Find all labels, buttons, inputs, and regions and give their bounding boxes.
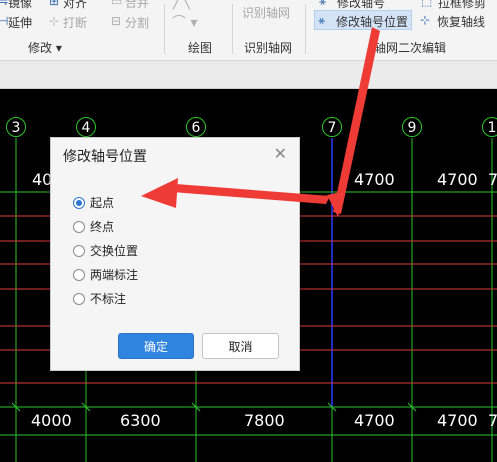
axis-number-bubble: 7 — [322, 117, 342, 137]
align-icon[interactable]: ⊞ — [49, 0, 59, 8]
modify-axis-pos-button[interactable]: 修改轴号位置 — [336, 13, 408, 30]
ribbon-separator — [305, 4, 306, 54]
close-icon[interactable]: ✕ — [274, 144, 287, 163]
ribbon-separator — [232, 4, 233, 54]
modify-axis-no-icon[interactable]: ⚹ — [319, 0, 326, 9]
ribbon-separator — [164, 4, 165, 54]
mirror-icon[interactable]: ⇋ — [0, 0, 8, 8]
radio-start[interactable] — [73, 196, 85, 209]
split-button[interactable]: 分割 — [125, 14, 149, 31]
break-icon[interactable]: ⊹ — [49, 14, 59, 28]
option-label: 终点 — [90, 220, 115, 234]
identify-axis-button[interactable]: 识别轴网 — [242, 4, 290, 21]
split-icon[interactable]: ⊟ — [111, 14, 121, 28]
option-swap[interactable]: 交换位置 — [73, 242, 138, 259]
merge-icon[interactable]: ▭ — [111, 0, 122, 8]
modify-axis-position-dialog: 修改轴号位置 ✕ 起点 终点 交换位置 两端标注 不标注 确定 取消 — [50, 137, 300, 371]
polyline-icon[interactable]: ╱╲ — [173, 0, 190, 10]
axis-edit-group-label: 轴网二次编辑 — [374, 41, 447, 55]
bottom-dimension: 6300 — [120, 411, 161, 430]
command-strip — [0, 61, 497, 89]
radio-end[interactable] — [73, 220, 85, 233]
bottom-dimension: 7 — [488, 411, 497, 430]
align-button[interactable]: 对齐 — [63, 0, 87, 11]
option-label: 交换位置 — [90, 244, 139, 258]
top-dimension: 4700 — [354, 170, 395, 189]
radio-swap[interactable] — [73, 244, 85, 257]
option-both-ends[interactable]: 两端标注 — [73, 266, 138, 283]
bottom-dimension: 4700 — [354, 411, 395, 430]
axis-number-bubble: 4 — [76, 117, 96, 137]
mirror-button[interactable]: 镜像 — [8, 0, 32, 11]
radio-both-ends[interactable] — [73, 268, 85, 281]
restore-axis-button[interactable]: 恢复轴线 — [437, 13, 485, 30]
break-button[interactable]: 打断 — [63, 14, 87, 31]
axis-number-bubble: 3 — [6, 117, 26, 137]
draw-group-label: 绘图 — [188, 41, 213, 55]
option-no-label[interactable]: 不标注 — [73, 290, 126, 307]
dialog-title: 修改轴号位置 — [63, 149, 147, 165]
radio-no-label[interactable] — [73, 292, 85, 305]
top-dimension: 4700 — [437, 170, 478, 189]
bottom-dimension: 4000 — [31, 411, 72, 430]
bottom-dimension: 4700 — [437, 411, 478, 430]
merge-button[interactable]: 合并 — [125, 0, 149, 11]
axis-number-bubble: 9 — [402, 117, 422, 137]
option-start[interactable]: 起点 — [73, 194, 114, 211]
modify-axis-pos-icon[interactable]: ⚹ — [318, 13, 325, 28]
option-label: 不标注 — [90, 292, 127, 306]
cancel-button[interactable]: 取消 — [202, 333, 279, 359]
arc-icon[interactable]: ⌒ ▾ — [172, 12, 197, 32]
bottom-dimension: 7800 — [244, 411, 285, 430]
identify-group-label: 识别轴网 — [244, 41, 293, 55]
extend-button[interactable]: 延伸 — [8, 14, 32, 31]
axis-number-bubble: 1 — [482, 117, 497, 137]
option-label: 起点 — [90, 196, 115, 210]
stretch-modify-button[interactable]: 拉框修剪 — [438, 0, 486, 11]
modify-group-label: 修改 ▾ — [28, 41, 62, 55]
axis-number-bubble: 6 — [186, 117, 206, 137]
top-dimension: 7 — [488, 170, 497, 189]
option-end[interactable]: 终点 — [73, 218, 114, 235]
stretch-icon[interactable]: ⬚ — [421, 0, 432, 8]
ribbon-toolbar: ⇋ 镜像 ⊞ 对齐 ▭ 合并 ⊣ 延伸 ⊹ 打断 ⊟ 分割 修改 ▾ ╱╲ ⌒ … — [0, 0, 497, 61]
option-label: 两端标注 — [90, 268, 139, 282]
restore-axis-icon[interactable]: ⊹ — [420, 13, 430, 27]
ok-button[interactable]: 确定 — [118, 333, 194, 359]
